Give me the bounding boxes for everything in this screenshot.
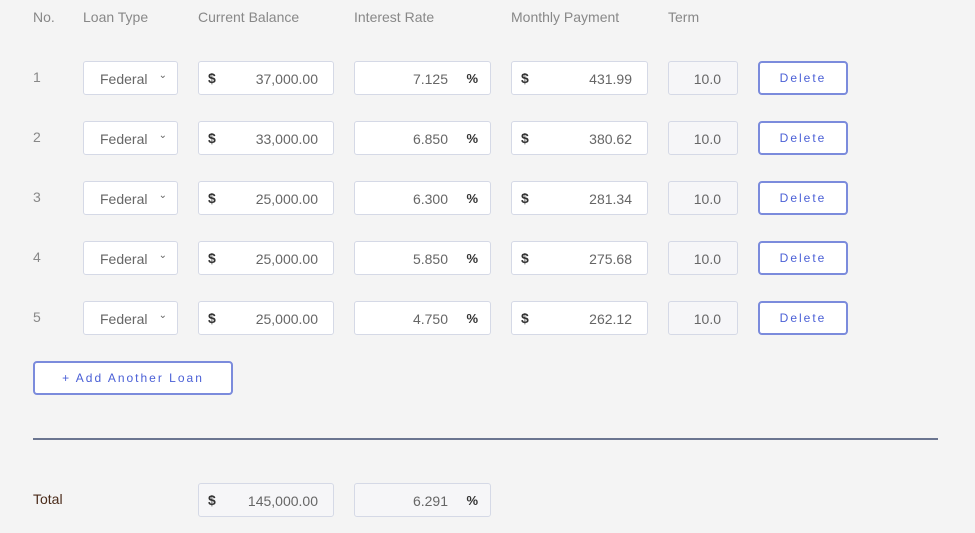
rate-value: 4.750 [412,311,448,327]
loan-type-value: Federal [100,71,148,87]
dollar-sign: $ [208,70,216,86]
total-row: Total $145,000.00 6.291% [0,483,975,517]
loan-type-select[interactable]: Federal ⌄ [83,61,178,95]
header-term: Term [668,9,700,25]
loan-number: 1 [33,69,41,85]
total-rate-value: 6.291 [412,493,448,509]
total-label: Total [33,491,63,507]
balance-input[interactable]: $25,000.00 [198,181,334,215]
rate-input[interactable]: 6.850% [354,121,491,155]
percent-sign: % [466,71,478,86]
payment-input[interactable]: $281.34 [511,181,648,215]
rate-value: 6.300 [412,191,448,207]
balance-input[interactable]: $25,000.00 [198,241,334,275]
loan-type-value: Federal [100,191,148,207]
total-balance-field: $145,000.00 [198,483,334,517]
delete-button[interactable]: Delete [758,241,848,275]
rate-value: 6.850 [412,131,448,147]
rate-input[interactable]: 7.125% [354,61,491,95]
balance-value: 33,000.00 [255,131,318,147]
dollar-sign: $ [521,70,529,86]
rate-input[interactable]: 6.300% [354,181,491,215]
balance-value: 25,000.00 [255,191,318,207]
percent-sign: % [466,251,478,266]
balance-value: 25,000.00 [255,311,318,327]
percent-sign: % [466,311,478,326]
term-field: 10.0 [668,241,738,275]
loan-row: 4 Federal ⌄ $25,000.00 5.850% $275.68 10.… [0,241,975,275]
balance-input[interactable]: $33,000.00 [198,121,334,155]
delete-button[interactable]: Delete [758,301,848,335]
percent-sign: % [466,131,478,146]
payment-input[interactable]: $380.62 [511,121,648,155]
header-loan-type: Loan Type [83,9,149,25]
divider [33,438,938,440]
loan-row: 3 Federal ⌄ $25,000.00 6.300% $281.34 10.… [0,181,975,215]
chevron-down-icon: ⌄ [158,250,167,261]
loan-row: 1 Federal ⌄ $37,000.00 7.125% $431.99 10.… [0,61,975,95]
header-no: No. [33,9,55,25]
chevron-down-icon: ⌄ [158,130,167,141]
chevron-down-icon: ⌄ [158,310,167,321]
payment-value: 275.68 [589,251,632,267]
delete-button[interactable]: Delete [758,181,848,215]
percent-sign: % [466,191,478,206]
total-rate-field: 6.291% [354,483,491,517]
loan-type-value: Federal [100,131,148,147]
payment-value: 380.62 [589,131,632,147]
payment-input[interactable]: $431.99 [511,61,648,95]
loan-type-value: Federal [100,251,148,267]
total-balance-value: 145,000.00 [247,493,318,509]
dollar-sign: $ [208,250,216,266]
payment-input[interactable]: $275.68 [511,241,648,275]
payment-value: 262.12 [589,311,632,327]
loan-row: 2 Federal ⌄ $33,000.00 6.850% $380.62 10.… [0,121,975,155]
rate-input[interactable]: 4.750% [354,301,491,335]
loan-row: 5 Federal ⌄ $25,000.00 4.750% $262.12 10.… [0,301,975,335]
balance-value: 37,000.00 [255,71,318,87]
loan-type-select[interactable]: Federal ⌄ [83,301,178,335]
loan-number: 4 [33,249,41,265]
dollar-sign: $ [521,250,529,266]
loan-type-value: Federal [100,311,148,327]
term-field: 10.0 [668,61,738,95]
balance-input[interactable]: $37,000.00 [198,61,334,95]
loan-type-select[interactable]: Federal ⌄ [83,181,178,215]
header-rate: Interest Rate [354,9,435,25]
dollar-sign: $ [208,130,216,146]
header-balance: Current Balance [198,9,300,25]
dollar-sign: $ [208,492,216,508]
term-field: 10.0 [668,181,738,215]
rate-value: 7.125 [412,71,448,87]
delete-button[interactable]: Delete [758,61,848,95]
header-payment: Monthly Payment [511,9,620,25]
payment-input[interactable]: $262.12 [511,301,648,335]
dollar-sign: $ [208,190,216,206]
rate-input[interactable]: 5.850% [354,241,491,275]
dollar-sign: $ [208,310,216,326]
rate-value: 5.850 [412,251,448,267]
chevron-down-icon: ⌄ [158,190,167,201]
dollar-sign: $ [521,190,529,206]
loan-number: 5 [33,309,41,325]
balance-input[interactable]: $25,000.00 [198,301,334,335]
delete-button[interactable]: Delete [758,121,848,155]
payment-value: 431.99 [589,71,632,87]
loan-type-select[interactable]: Federal ⌄ [83,121,178,155]
add-loan-button[interactable]: + Add Another Loan [33,361,233,395]
balance-value: 25,000.00 [255,251,318,267]
dollar-sign: $ [521,310,529,326]
loan-type-select[interactable]: Federal ⌄ [83,241,178,275]
percent-sign: % [466,493,478,508]
term-field: 10.0 [668,301,738,335]
chevron-down-icon: ⌄ [158,70,167,81]
payment-value: 281.34 [589,191,632,207]
dollar-sign: $ [521,130,529,146]
loan-number: 2 [33,129,41,145]
loan-number: 3 [33,189,41,205]
term-field: 10.0 [668,121,738,155]
